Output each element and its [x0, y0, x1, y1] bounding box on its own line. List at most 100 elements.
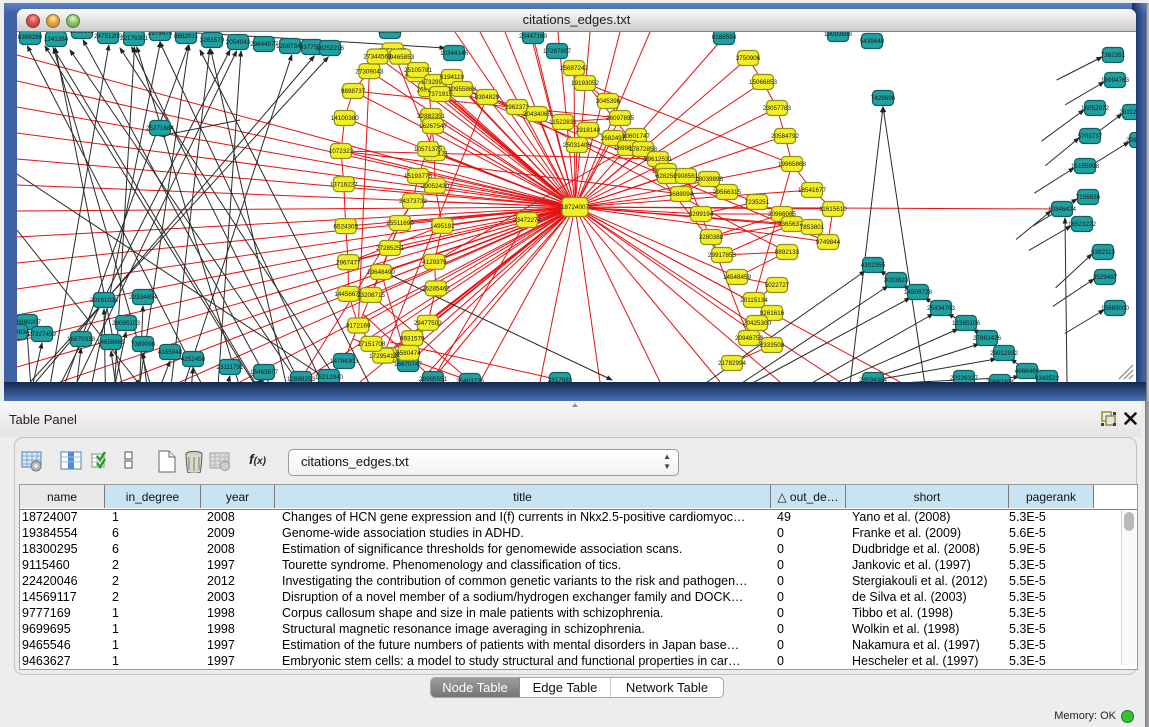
- svg-text:1072322: 1072322: [329, 148, 354, 155]
- svg-text:2967477: 2967477: [336, 259, 361, 266]
- svg-text:25463726: 25463726: [456, 378, 485, 382]
- svg-text:18541677: 18541677: [798, 187, 827, 194]
- svg-text:4302355: 4302355: [861, 262, 886, 269]
- svg-text:19648490: 19648490: [367, 269, 396, 276]
- svg-text:24751200: 24751200: [94, 33, 123, 40]
- svg-text:3688094: 3688094: [669, 191, 694, 198]
- svg-text:16523222: 16523222: [1068, 221, 1097, 228]
- svg-text:8682011: 8682011: [174, 33, 199, 40]
- svg-text:25271684: 25271684: [146, 125, 175, 132]
- svg-text:28095103: 28095103: [112, 320, 141, 327]
- svg-text:25511690: 25511690: [386, 220, 414, 227]
- svg-text:7428696: 7428696: [871, 95, 896, 102]
- svg-text:21782994: 21782994: [718, 360, 747, 367]
- svg-text:20434065: 20434065: [523, 111, 552, 118]
- svg-text:18252216: 18252216: [316, 45, 345, 52]
- svg-text:7156836: 7156836: [1076, 194, 1101, 201]
- svg-text:8931579: 8931579: [400, 335, 425, 342]
- svg-text:23447169: 23447169: [519, 33, 548, 40]
- svg-text:23594364: 23594364: [859, 377, 888, 382]
- svg-text:10571375: 10571375: [414, 146, 443, 153]
- svg-text:29477503: 29477503: [414, 320, 443, 327]
- svg-text:25687243: 25687243: [560, 65, 589, 72]
- svg-text:2817683: 2817683: [548, 377, 573, 382]
- svg-text:10955862: 10955862: [448, 86, 477, 93]
- svg-text:3299194: 3299194: [689, 211, 714, 218]
- svg-text:27344569: 27344569: [363, 54, 392, 61]
- svg-text:20601747: 20601747: [622, 133, 651, 140]
- svg-text:22926327: 22926327: [950, 375, 979, 382]
- svg-text:3750906: 3750906: [736, 55, 761, 62]
- svg-text:5703737: 5703737: [1078, 133, 1103, 140]
- svg-text:2918148: 2918148: [576, 127, 601, 134]
- svg-text:20584792: 20584792: [771, 133, 800, 140]
- svg-text:11615610: 11615610: [819, 206, 847, 213]
- svg-text:20948752: 20948752: [735, 335, 764, 342]
- svg-text:2054043: 2054043: [226, 39, 251, 46]
- svg-text:16870338: 16870338: [67, 336, 96, 343]
- svg-text:3280388: 3280388: [699, 234, 724, 241]
- svg-text:12888253: 12888253: [287, 376, 316, 382]
- svg-text:16670747: 16670747: [394, 361, 423, 368]
- svg-text:18724007: 18724007: [561, 204, 590, 211]
- svg-text:24373732: 24373732: [399, 198, 428, 205]
- svg-text:29912932: 29912932: [990, 350, 1019, 357]
- svg-text:22176301: 22176301: [120, 35, 149, 42]
- svg-text:4129379: 4129379: [422, 259, 447, 266]
- svg-text:15463677: 15463677: [250, 369, 279, 376]
- svg-text:1241284: 1241284: [44, 36, 69, 43]
- svg-text:7389096: 7389096: [131, 341, 156, 348]
- svg-text:4165048: 4165048: [158, 349, 183, 356]
- svg-text:5022727: 5022727: [765, 282, 790, 289]
- svg-text:27863426: 27863426: [973, 335, 1002, 342]
- svg-text:3382132: 3382132: [70, 32, 95, 35]
- svg-text:8389269: 8389269: [18, 34, 43, 41]
- svg-text:8172169: 8172169: [346, 323, 371, 330]
- svg-text:8188594: 8188594: [712, 34, 737, 41]
- svg-text:19965868: 19965868: [778, 161, 807, 168]
- svg-text:2333508: 2333508: [760, 342, 785, 349]
- svg-text:16052972: 16052972: [1081, 105, 1110, 112]
- svg-text:8986110: 8986110: [378, 32, 403, 35]
- svg-text:29844577: 29844577: [250, 41, 279, 48]
- svg-text:28112727: 28112727: [1119, 109, 1136, 116]
- svg-text:18039896: 18039896: [695, 176, 724, 183]
- svg-text:14658665: 14658665: [97, 339, 126, 346]
- svg-text:19093688: 19093688: [824, 32, 853, 38]
- svg-text:8304829: 8304829: [475, 94, 500, 101]
- svg-text:7235251: 7235251: [745, 199, 770, 206]
- svg-text:20334454: 20334454: [129, 294, 158, 301]
- svg-text:17151708: 17151708: [357, 341, 386, 348]
- svg-text:15869000: 15869000: [1101, 305, 1130, 312]
- svg-text:29902079: 29902079: [1126, 137, 1136, 144]
- svg-text:10346424: 10346424: [1048, 206, 1077, 213]
- svg-text:9343522: 9343522: [1035, 375, 1060, 382]
- svg-text:29985551: 29985551: [419, 376, 448, 382]
- svg-text:9898737: 9898737: [341, 88, 366, 95]
- svg-text:15066853: 15066853: [749, 79, 778, 86]
- svg-text:15155998: 15155998: [1071, 163, 1100, 170]
- svg-text:15193775: 15193775: [404, 173, 433, 180]
- svg-text:20115134: 20115134: [740, 297, 768, 304]
- svg-text:22682194: 22682194: [986, 379, 1015, 382]
- svg-text:12385106: 12385106: [952, 320, 981, 327]
- svg-text:29917853: 29917853: [708, 252, 737, 259]
- svg-text:25434793: 25434793: [927, 305, 956, 312]
- svg-text:14509728: 14509728: [904, 289, 933, 296]
- svg-text:25031409: 25031409: [563, 142, 592, 149]
- svg-text:27327459: 27327459: [28, 331, 57, 338]
- svg-text:25105781: 25105781: [404, 67, 433, 74]
- svg-text:23111791: 23111791: [216, 364, 244, 371]
- svg-text:13716227: 13716227: [330, 181, 359, 188]
- svg-text:29612531: 29612531: [644, 156, 673, 163]
- svg-text:2975475: 2975475: [148, 32, 173, 37]
- svg-text:14794303: 14794303: [330, 358, 359, 365]
- svg-text:3033823: 3033823: [884, 277, 909, 284]
- svg-text:26285462: 26285462: [422, 286, 451, 293]
- svg-text:19193052: 19193052: [571, 80, 600, 87]
- svg-text:23208715: 23208715: [357, 292, 386, 299]
- svg-text:5439648: 5439648: [860, 38, 885, 45]
- svg-text:23057783: 23057783: [763, 105, 792, 112]
- svg-text:20161026: 20161026: [90, 297, 119, 304]
- svg-text:6194119: 6194119: [440, 74, 465, 81]
